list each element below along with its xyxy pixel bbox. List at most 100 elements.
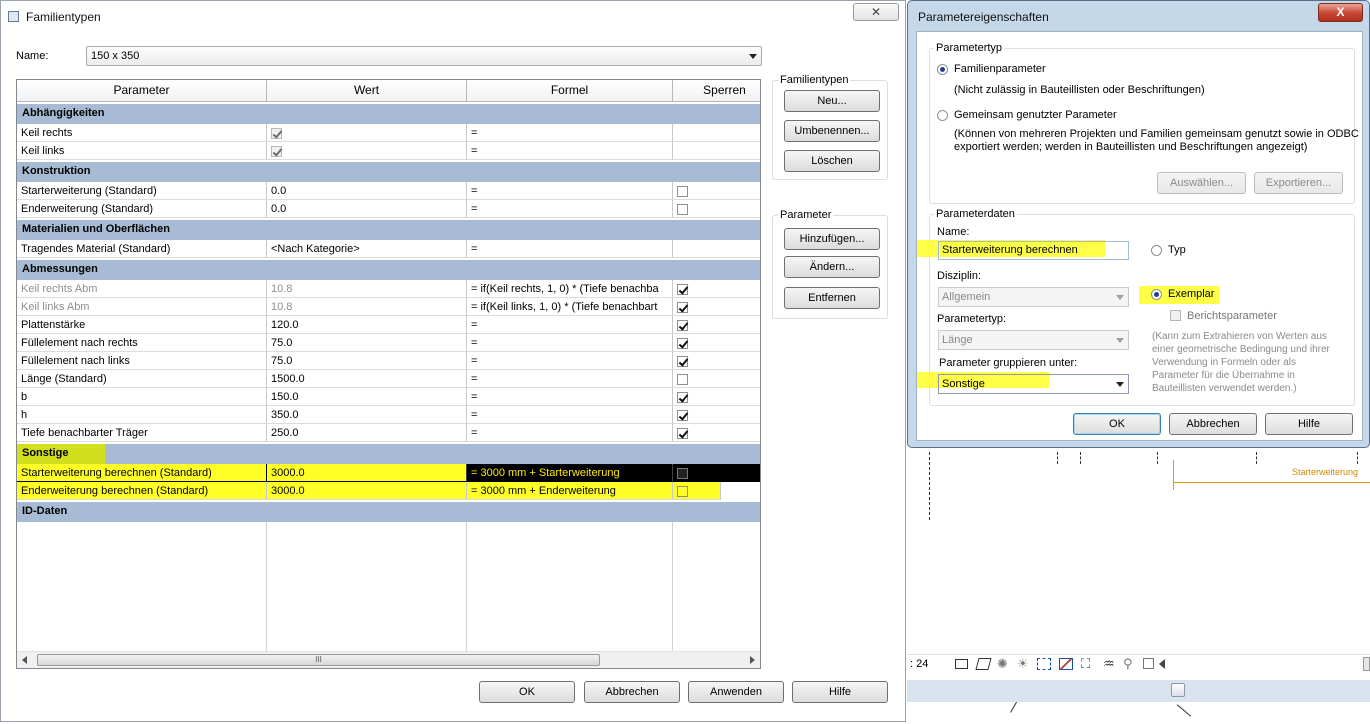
table-row[interactable]: Enderweiterung berechnen (Standard) 3000… xyxy=(17,482,721,500)
familienparameter-label[interactable]: Familienparameter xyxy=(954,63,1046,75)
lock-checkbox[interactable] xyxy=(677,391,688,403)
formula-cell[interactable]: = xyxy=(467,124,673,142)
exemplar-radio[interactable] xyxy=(1151,289,1162,300)
temporary-view-icon[interactable] xyxy=(1143,658,1154,669)
lock-checkbox[interactable] xyxy=(677,485,688,497)
ok-button[interactable]: OK xyxy=(1073,413,1161,435)
table-row[interactable]: Enderweiterung (Standard) 0.0 = xyxy=(17,200,760,218)
help-button[interactable]: Hilfe xyxy=(1265,413,1353,435)
lock-cell[interactable] xyxy=(673,334,760,352)
table-row-selected[interactable]: Starterweiterung berechnen (Standard) 30… xyxy=(17,464,760,482)
shadows-icon[interactable]: ☀ xyxy=(1017,656,1029,672)
formula-cell[interactable]: = 3000 mm + Starterweiterung xyxy=(467,464,673,482)
lock-checkbox[interactable] xyxy=(677,283,688,295)
formula-cell[interactable]: = xyxy=(467,142,673,160)
constraints-icon[interactable]: ⚲ xyxy=(1123,656,1133,672)
detail-level-icon[interactable] xyxy=(955,659,968,669)
berichtsparameter-label[interactable]: Berichtsparameter xyxy=(1187,310,1277,322)
lock-checkbox[interactable] xyxy=(677,319,688,331)
ok-button[interactable]: OK xyxy=(479,681,575,703)
lock-checkbox[interactable] xyxy=(677,467,688,479)
value-cell[interactable]: 3000.0 xyxy=(267,464,467,482)
parametertyp-dropdown[interactable]: Länge xyxy=(938,330,1129,350)
group-header-materialien[interactable]: Materialien und Oberflächen xyxy=(17,220,760,240)
typ-label[interactable]: Typ xyxy=(1168,244,1186,256)
formula-cell[interactable]: = xyxy=(467,182,673,200)
lock-cell[interactable] xyxy=(673,464,760,482)
table-row[interactable]: Länge (Standard) 1500.0 = xyxy=(17,370,760,388)
formula-cell[interactable]: = xyxy=(467,424,673,442)
table-row[interactable]: Plattenstärke 120.0 = xyxy=(17,316,760,334)
table-row[interactable]: Füllelement nach rechts 75.0 = xyxy=(17,334,760,352)
lock-cell[interactable] xyxy=(673,482,721,500)
add-parameter-button[interactable]: Hinzufügen... xyxy=(784,228,880,250)
sun-path-icon[interactable]: ✺ xyxy=(997,656,1008,672)
close-button[interactable]: X xyxy=(1318,3,1363,22)
dimension-line[interactable] xyxy=(1173,482,1370,483)
value-cell[interactable]: 0.0 xyxy=(267,200,467,218)
select-button[interactable]: Auswählen... xyxy=(1157,172,1246,194)
table-row[interactable]: b 150.0 = xyxy=(17,388,760,406)
scale-readout[interactable]: : 24 xyxy=(910,658,928,670)
value-cell[interactable]: 0.0 xyxy=(267,182,467,200)
value-cell[interactable] xyxy=(267,142,467,160)
group-header-konstruktion[interactable]: Konstruktion xyxy=(17,162,760,182)
table-row[interactable]: Keil links Abm 10.8 = if(Keil links, 1, … xyxy=(17,298,760,316)
scroll-left-icon[interactable] xyxy=(1159,659,1165,669)
type-name-dropdown[interactable]: 150 x 350 xyxy=(86,46,762,66)
column-header-wert[interactable]: Wert xyxy=(267,80,467,102)
lock-cell[interactable] xyxy=(673,280,760,298)
visual-style-icon[interactable] xyxy=(975,658,992,670)
value-cell[interactable]: 250.0 xyxy=(267,424,467,442)
lock-checkbox[interactable] xyxy=(677,355,688,367)
modify-parameter-button[interactable]: Ändern... xyxy=(784,256,880,278)
formula-cell[interactable]: = xyxy=(467,240,673,258)
exemplar-label[interactable]: Exemplar xyxy=(1168,288,1214,300)
lock-checkbox[interactable] xyxy=(677,203,688,215)
temporary-hide-icon[interactable]: ⛶ xyxy=(1081,656,1090,672)
formula-cell[interactable]: = xyxy=(467,352,673,370)
table-row[interactable]: Keil links = xyxy=(17,142,760,160)
crop-view-icon[interactable] xyxy=(1037,658,1051,670)
column-header-sperren[interactable]: Sperren xyxy=(673,80,760,102)
scroll-thumb[interactable] xyxy=(1171,683,1185,697)
lock-checkbox[interactable] xyxy=(677,185,688,197)
lock-cell[interactable] xyxy=(673,424,760,442)
gemeinsam-label[interactable]: Gemeinsam genutzter Parameter xyxy=(954,109,1117,121)
reveal-hidden-icon[interactable]: ♒ xyxy=(1103,656,1115,672)
cancel-button[interactable]: Abbrechen xyxy=(584,681,680,703)
column-header-parameter[interactable]: Parameter xyxy=(17,80,267,102)
lock-cell[interactable] xyxy=(673,370,760,388)
lock-checkbox[interactable] xyxy=(677,301,688,313)
cancel-button[interactable]: Abbrechen xyxy=(1169,413,1257,435)
table-row[interactable]: Tiefe benachbarter Träger 250.0 = xyxy=(17,424,760,442)
formula-cell[interactable]: = xyxy=(467,334,673,352)
group-header-sonstige[interactable]: Sonstige xyxy=(17,444,760,464)
export-button[interactable]: Exportieren... xyxy=(1254,172,1343,194)
value-cell[interactable]: <Nach Kategorie> xyxy=(267,240,467,258)
checkbox-keil-links[interactable] xyxy=(271,145,282,157)
berichtsparameter-checkbox[interactable] xyxy=(1170,310,1181,321)
table-row[interactable]: Keil rechts Abm 10.8 = if(Keil rechts, 1… xyxy=(17,280,760,298)
lock-checkbox[interactable] xyxy=(677,409,688,421)
lock-cell[interactable] xyxy=(673,406,760,424)
gemeinsam-radio[interactable] xyxy=(937,110,948,121)
lock-cell[interactable] xyxy=(673,352,760,370)
disziplin-dropdown[interactable]: Allgemein xyxy=(938,287,1129,307)
formula-cell[interactable]: = xyxy=(467,370,673,388)
lock-cell[interactable] xyxy=(673,316,760,334)
horizontal-scrollbar[interactable]: III xyxy=(17,651,760,668)
value-cell[interactable]: 1500.0 xyxy=(267,370,467,388)
lock-cell[interactable] xyxy=(673,200,760,218)
group-header-abmessungen[interactable]: Abmessungen xyxy=(17,260,760,280)
parameter-name-input[interactable]: Starterweiterung berechnen xyxy=(938,241,1129,260)
lock-cell[interactable] xyxy=(673,298,760,316)
familienparameter-radio[interactable] xyxy=(937,64,948,75)
help-button[interactable]: Hilfe xyxy=(792,681,888,703)
table-row[interactable]: Starterweiterung (Standard) 0.0 = xyxy=(17,182,760,200)
rename-type-button[interactable]: Umbenennen... xyxy=(784,120,880,142)
column-header-formel[interactable]: Formel xyxy=(467,80,673,102)
gruppieren-dropdown[interactable]: Sonstige xyxy=(938,374,1129,394)
lock-cell[interactable] xyxy=(673,388,760,406)
show-crop-region-icon[interactable] xyxy=(1059,658,1073,670)
